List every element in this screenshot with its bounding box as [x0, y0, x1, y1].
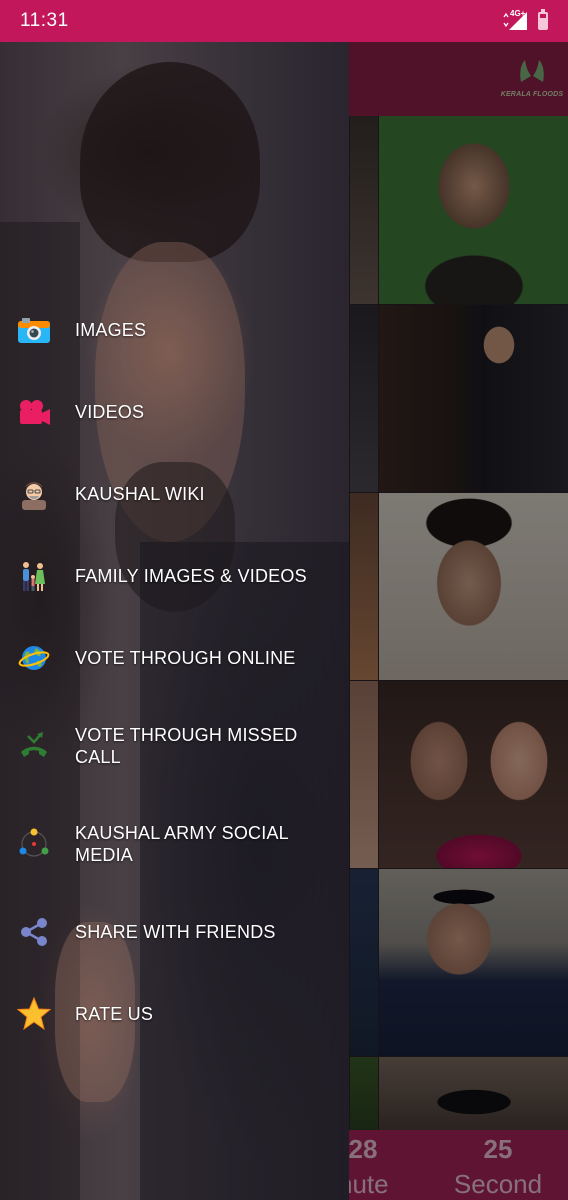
menu-item-label: SHARE WITH FRIENDS [75, 922, 276, 942]
battery-icon [538, 9, 548, 30]
menu-item-label: RATE US [75, 1004, 154, 1024]
video-camera-icon [17, 395, 51, 429]
menu-item-rate-us[interactable]: RATE US [0, 994, 349, 1034]
network-type-label: 4G+ [510, 9, 526, 18]
menu-item-videos[interactable]: VIDEOS [0, 392, 349, 432]
globe-icon [17, 641, 51, 675]
menu-item-label: KAUSHAL ARMY SOCIAL MEDIA [75, 823, 289, 865]
menu-item-label: VIDEOS [75, 402, 145, 422]
menu-item-vote-missed-call[interactable]: VOTE THROUGH MISSED CALL [0, 720, 349, 772]
menu-item-images[interactable]: IMAGES [0, 310, 349, 350]
social-network-icon [17, 827, 51, 861]
menu-item-family-images-videos[interactable]: FAMILY IMAGES & VIDEOS [0, 556, 349, 596]
menu-item-label: VOTE THROUGH ONLINE [75, 648, 296, 668]
menu-item-army-social-media[interactable]: KAUSHAL ARMY SOCIAL MEDIA [0, 818, 349, 870]
status-icons: 4G+ [500, 9, 548, 31]
navigation-drawer: IMAGES VIDEOS KAUSHAL WIKI FAMILY IMAGES… [0, 42, 349, 1200]
share-icon [17, 915, 51, 949]
menu-item-label: KAUSHAL WIKI [75, 484, 205, 504]
star-icon [17, 997, 51, 1031]
menu-item-label: IMAGES [75, 320, 147, 340]
menu-item-kaushal-wiki[interactable]: KAUSHAL WIKI [0, 474, 349, 514]
menu-item-share-with-friends[interactable]: SHARE WITH FRIENDS [0, 912, 349, 952]
status-bar: 11:31 4G+ [0, 0, 568, 42]
status-time: 11:31 [20, 10, 69, 31]
menu-item-label: VOTE THROUGH MISSED CALL [75, 725, 298, 767]
family-icon [17, 559, 51, 593]
missed-call-icon [17, 729, 51, 763]
menu-item-label: FAMILY IMAGES & VIDEOS [75, 566, 307, 586]
person-icon [17, 477, 51, 511]
menu-item-vote-online[interactable]: VOTE THROUGH ONLINE [0, 638, 349, 678]
camera-icon [17, 313, 51, 347]
signal-icon: 4G+ [500, 9, 528, 31]
